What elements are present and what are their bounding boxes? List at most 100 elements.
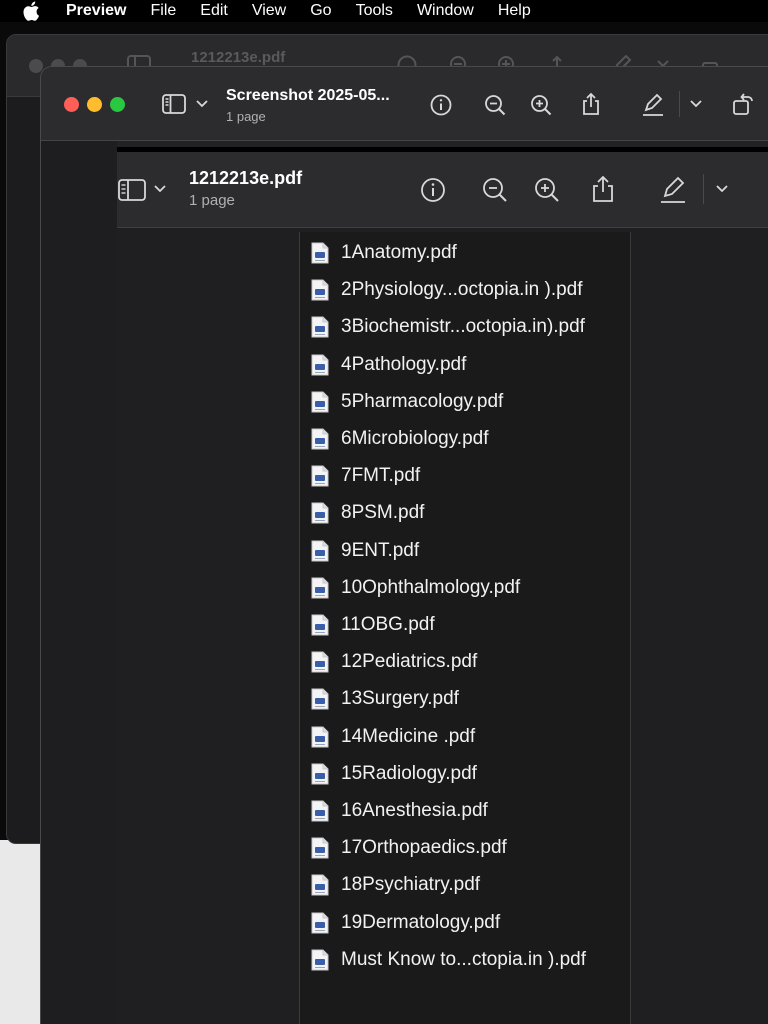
embedded-toolbar: 1212213e.pdf 1 page bbox=[117, 152, 768, 228]
file-list-item: 18Psychiatry.pdf bbox=[300, 869, 632, 901]
pdf-file-icon bbox=[311, 651, 329, 673]
window-controls bbox=[64, 97, 125, 112]
pdf-file-icon bbox=[311, 540, 329, 562]
file-list-item: 1Anatomy.pdf bbox=[300, 237, 632, 269]
file-name: 16Anesthesia.pdf bbox=[341, 800, 488, 821]
share-icon[interactable] bbox=[579, 91, 603, 117]
file-name: 8PSM.pdf bbox=[341, 502, 425, 524]
file-list-item: 4Pathology.pdf bbox=[300, 349, 632, 381]
file-list-item: 3Biochemistr...octopia.in).pdf bbox=[300, 311, 632, 343]
pdf-file-icon bbox=[311, 242, 329, 264]
window-title: Screenshot 2025-05... bbox=[226, 87, 390, 104]
file-list-item: 14Medicine .pdf bbox=[300, 721, 632, 753]
pdf-file-icon bbox=[311, 502, 329, 524]
file-name: 9ENT.pdf bbox=[341, 539, 420, 561]
pdf-file-icon bbox=[311, 465, 329, 487]
fullscreen-button[interactable] bbox=[110, 97, 125, 112]
markup-pen-icon[interactable] bbox=[641, 93, 665, 117]
preview-window[interactable]: Screenshot 2025-05... 1 page 1212213e.pd… bbox=[40, 66, 768, 1024]
file-name: 15Radiology.pdf bbox=[341, 762, 477, 784]
embedded-window-title: 1212213e.pdf bbox=[189, 168, 303, 188]
pdf-file-icon bbox=[311, 354, 329, 376]
pdf-file-icon bbox=[311, 688, 329, 710]
menu-go[interactable]: Go bbox=[310, 2, 331, 20]
file-name: 6Microbiology.pdf bbox=[341, 428, 489, 449]
share-icon bbox=[589, 174, 617, 204]
sidebar-icon[interactable] bbox=[161, 93, 187, 115]
file-list-item: 8PSM.pdf bbox=[300, 497, 632, 529]
file-list: 1Anatomy.pdf 2Physiology...octopia.in ).p… bbox=[299, 232, 631, 1024]
file-name: 12Pediatrics.pdf bbox=[341, 651, 478, 673]
info-icon[interactable] bbox=[429, 93, 453, 117]
file-list-item: 9ENT.pdf bbox=[300, 535, 632, 567]
file-name: 10Ophthalmology.pdf bbox=[341, 576, 521, 598]
pdf-file-icon bbox=[311, 279, 329, 301]
file-list-item: 5Pharmacology.pdf bbox=[300, 386, 632, 418]
file-list-item: 19Dermatology.pdf bbox=[300, 907, 632, 939]
file-list-item: 7FMT.pdf bbox=[300, 460, 632, 492]
pdf-file-icon bbox=[311, 912, 329, 934]
zoom-out-icon bbox=[481, 176, 509, 204]
pdf-file-icon bbox=[311, 614, 329, 636]
file-list-item: 2Physiology...octopia.in ).pdf bbox=[300, 274, 632, 306]
zoom-in-icon[interactable] bbox=[529, 93, 553, 117]
sidebar-icon bbox=[117, 178, 147, 202]
file-name: Must Know to...ctopia.in ).pdf bbox=[341, 948, 587, 970]
minimize-button[interactable] bbox=[87, 97, 102, 112]
pdf-file-icon bbox=[311, 874, 329, 896]
pdf-file-icon bbox=[311, 726, 329, 748]
menu-window[interactable]: Window bbox=[417, 2, 474, 20]
pdf-file-icon bbox=[311, 577, 329, 599]
file-list-item: 10Ophthalmology.pdf bbox=[300, 572, 632, 604]
file-name: 1Anatomy.pdf bbox=[341, 242, 457, 263]
menu-tools[interactable]: Tools bbox=[356, 2, 393, 20]
file-name: 2Physiology...octopia.in ).pdf bbox=[341, 279, 583, 301]
info-icon bbox=[419, 176, 447, 204]
file-name: 4Pathology.pdf bbox=[341, 353, 467, 375]
file-name: 5Pharmacology.pdf bbox=[341, 390, 504, 412]
pdf-file-icon bbox=[311, 316, 329, 338]
zoom-in-icon bbox=[533, 176, 561, 204]
zoom-out-icon[interactable] bbox=[483, 93, 507, 117]
file-name: 19Dermatology.pdf bbox=[341, 911, 501, 933]
document-sidebar-gutter bbox=[41, 141, 117, 1024]
file-list-item: 17Orthopaedics.pdf bbox=[300, 832, 632, 864]
chevron-down-icon[interactable] bbox=[195, 99, 209, 109]
menu-file[interactable]: File bbox=[150, 2, 176, 20]
file-name: 3Biochemistr...octopia.in).pdf bbox=[341, 316, 585, 338]
menu-help[interactable]: Help bbox=[498, 2, 531, 20]
file-list-item: Must Know to...ctopia.in ).pdf bbox=[300, 944, 632, 976]
page-count: 1 page bbox=[226, 109, 266, 124]
embedded-page-count: 1 page bbox=[189, 192, 235, 209]
background-window-title: 1212213e.pdf bbox=[191, 49, 286, 66]
document-page: 1212213e.pdf 1 page 1Anatomy.pdf 2Physio… bbox=[117, 147, 768, 1024]
chevron-down-icon bbox=[153, 184, 167, 194]
file-name: 7FMT.pdf bbox=[341, 465, 421, 487]
file-name: 14Medicine .pdf bbox=[341, 725, 476, 747]
markup-pen-icon bbox=[659, 176, 687, 204]
file-list-item: 15Radiology.pdf bbox=[300, 758, 632, 790]
file-name: 18Psychiatry.pdf bbox=[341, 874, 481, 896]
apple-icon[interactable] bbox=[22, 1, 42, 21]
file-list-item: 16Anesthesia.pdf bbox=[300, 795, 632, 827]
toolbar-divider bbox=[703, 174, 704, 204]
file-name: 11OBG.pdf bbox=[341, 614, 435, 635]
file-name: 13Surgery.pdf bbox=[341, 688, 459, 710]
pdf-file-icon bbox=[311, 428, 329, 450]
file-list-item: 6Microbiology.pdf bbox=[300, 423, 632, 455]
file-list-item: 11OBG.pdf bbox=[300, 609, 632, 641]
menu-preview[interactable]: Preview bbox=[66, 2, 126, 20]
desktop-background bbox=[0, 840, 40, 1024]
close-button[interactable] bbox=[64, 97, 79, 112]
rotate-icon[interactable] bbox=[731, 91, 755, 117]
chevron-down-icon bbox=[715, 184, 729, 194]
menu-view[interactable]: View bbox=[252, 2, 286, 20]
file-list-item: 13Surgery.pdf bbox=[300, 683, 632, 715]
menu-bar: Preview File Edit View Go Tools Window H… bbox=[0, 0, 768, 22]
window-toolbar: Screenshot 2025-05... 1 page bbox=[41, 67, 768, 141]
menu-edit[interactable]: Edit bbox=[200, 2, 228, 20]
toolbar-divider bbox=[679, 91, 680, 117]
pdf-file-icon bbox=[311, 763, 329, 785]
pdf-file-icon bbox=[311, 949, 329, 971]
chevron-down-icon[interactable] bbox=[689, 99, 703, 109]
